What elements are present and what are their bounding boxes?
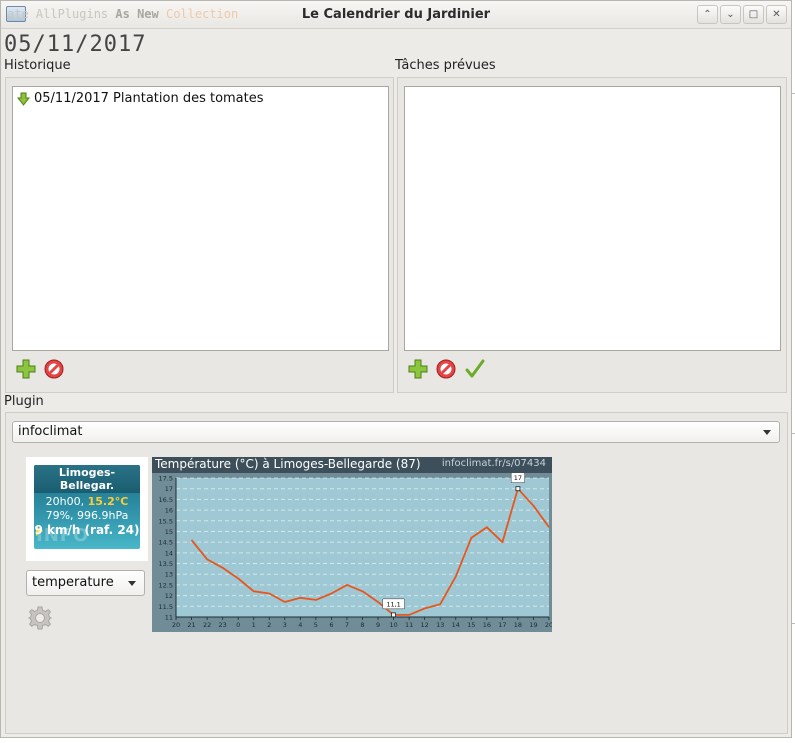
historique-label: Historique [4,58,71,73]
y-tick-label: 13.5 [159,560,173,568]
chart-plot: 1111.51212.51313.51414.51515.51616.51717… [152,473,552,632]
main-window: ate AllPlugins As New Collection Le Cale… [0,0,795,738]
annotation-marker [391,612,396,618]
y-tick-label: 12.5 [159,581,173,589]
keep-above-button[interactable]: ⌃ [697,5,718,24]
x-tick-label: 22 [203,621,211,629]
date-display: 05/11/2017 [4,32,147,57]
temperature-chart: Température (°C) à Limoges-Bellegarde (8… [152,457,552,632]
title-bar[interactable]: ate AllPlugins As New Collection Le Cale… [1,1,791,29]
taches-list[interactable] [404,86,781,351]
y-tick-label: 17 [165,485,173,493]
x-tick-label: 11 [405,621,413,629]
x-tick-label: 17 [498,621,506,629]
weather-wind: 9 km/h (raf. 24) [34,523,140,537]
x-tick-label: 0 [236,621,240,629]
plugin-select[interactable]: infoclimat [12,421,780,443]
down-arrow-icon [17,92,30,106]
annotation-label: 17 [514,474,522,482]
x-tick-label: 20 [545,621,552,629]
x-tick-label: 5 [314,621,318,629]
y-tick-label: 12 [165,592,173,600]
x-tick-label: 4 [298,621,302,629]
annotation-label: 11,1 [386,600,400,608]
y-tick-label: 16.5 [159,496,173,504]
y-tick-label: 11.5 [159,603,173,611]
weather-humidity-pressure: 79%, 996.9hPa [45,509,129,522]
plugin-label: Plugin [4,394,44,409]
x-tick-label: 23 [218,621,226,629]
y-tick-label: 15 [165,528,173,536]
maximize-button[interactable]: □ [743,5,764,24]
weather-card: Limoges-Bellegar. INFO CLIMAT 20h00, 15.… [34,465,140,549]
keep-below-button[interactable]: ⌄ [720,5,741,24]
add-icon[interactable] [15,358,37,380]
delete-icon[interactable] [43,358,65,380]
chart-source: infoclimat.fr/s/07434 [441,458,546,469]
x-tick-label: 9 [376,621,380,629]
window-title: Le Calendrier du Jardinier [301,7,491,22]
x-tick-label: 21 [187,621,195,629]
chart-header: Température (°C) à Limoges-Bellegarde (8… [152,457,552,473]
variable-select[interactable]: temperature [26,570,145,596]
x-tick-label: 16 [483,621,491,629]
x-tick-label: 2 [267,621,271,629]
taches-label: Tâches prévues [395,58,496,73]
y-tick-label: 17.5 [159,475,173,483]
x-tick-label: 6 [329,621,333,629]
variable-select-value: temperature [32,575,114,590]
y-tick-label: 14.5 [159,539,173,547]
x-tick-label: 14 [452,621,460,629]
x-tick-label: 19 [529,621,537,629]
x-tick-label: 12 [421,621,429,629]
x-tick-label: 8 [360,621,364,629]
plot-area [176,478,549,617]
plugin-select-value: infoclimat [18,424,83,439]
checkmark-icon[interactable] [464,358,486,380]
x-tick-label: 10 [389,621,397,629]
historique-list[interactable]: 05/11/2017 Plantation des tomates [12,86,389,351]
y-tick-label: 16 [165,507,173,515]
chevron-down-icon [128,581,136,586]
list-item[interactable]: 05/11/2017 Plantation des tomates [17,91,264,106]
weather-station: Limoges-Bellegar. [34,465,140,493]
x-tick-label: 13 [436,621,444,629]
x-tick-label: 7 [345,621,349,629]
x-tick-label: 20 [172,621,180,629]
weather-time-temp: 20h00, 15.2°C [34,495,140,508]
annotation-marker [515,486,521,492]
weather-time: 20h00, [45,495,85,508]
chart-title: Température (°C) à Limoges-Bellegarde (8… [155,457,421,471]
list-item-text: 05/11/2017 Plantation des tomates [34,91,264,106]
add-icon[interactable] [407,358,429,380]
y-tick-label: 15.5 [159,517,173,525]
historique-panel: 05/11/2017 Plantation des tomates [5,77,394,393]
taches-panel [397,77,787,393]
x-tick-label: 3 [283,621,287,629]
x-tick-label: 18 [514,621,522,629]
close-button[interactable]: ✕ [766,5,787,24]
gear-icon[interactable] [28,606,52,630]
weather-temperature: 15.2°C [87,495,129,508]
x-tick-label: 15 [467,621,475,629]
window-controls: ⌃ ⌄ □ ✕ [697,5,787,24]
delete-icon[interactable] [435,358,457,380]
y-tick-label: 14 [165,549,173,557]
y-tick-label: 13 [165,571,173,579]
chevron-down-icon [763,430,771,435]
weather-widget: Limoges-Bellegar. INFO CLIMAT 20h00, 15.… [26,457,148,561]
x-tick-label: 1 [252,621,256,629]
